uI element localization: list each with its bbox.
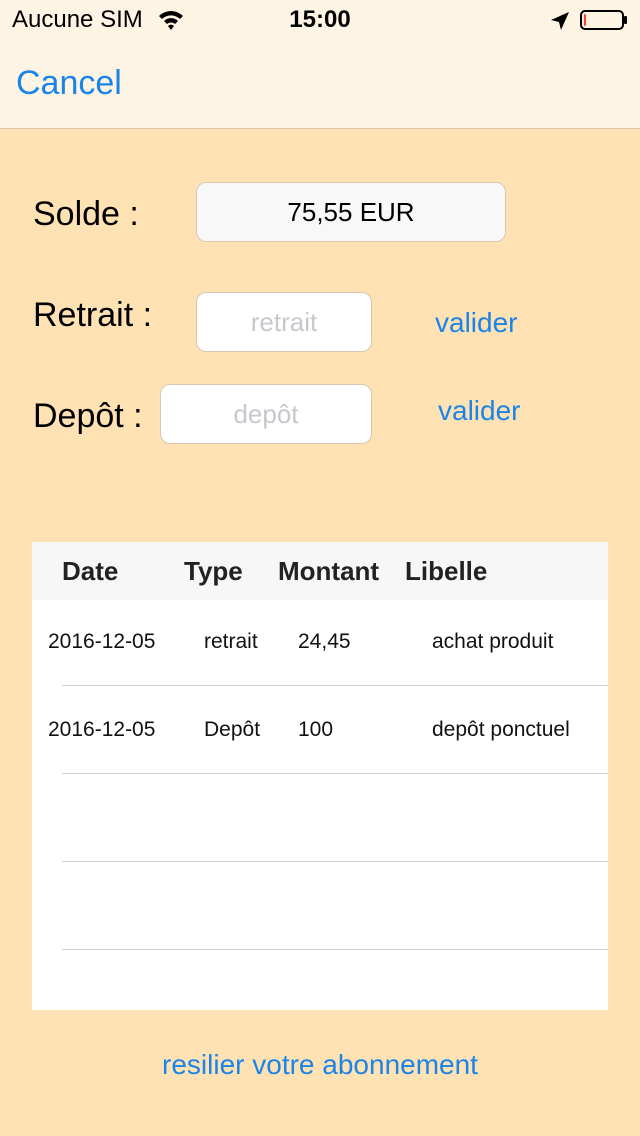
cell-type: Depôt [204, 718, 261, 741]
cell-date: 2016-12-05 [48, 630, 156, 653]
battery-level [584, 14, 586, 26]
cell-libelle: achat produit [432, 630, 554, 653]
navigation-bar: Cancel [0, 40, 640, 129]
cell-date: 2016-12-05 [48, 718, 156, 741]
table-row[interactable]: 2016-12-05 Depôt 100 depôt ponctuel [32, 686, 608, 774]
clock: 15:00 [289, 6, 351, 33]
retrait-input[interactable] [196, 292, 372, 352]
solde-label: Solde : [33, 195, 139, 233]
solde-value-field: 75,55 EUR [196, 182, 506, 242]
depot-valider-button[interactable]: valider [438, 395, 520, 427]
cell-montant: 24,45 [298, 630, 351, 653]
resilier-abonnement-button[interactable]: resilier votre abonnement [0, 1049, 640, 1081]
row-separator [62, 949, 608, 950]
cell-montant: 100 [298, 718, 334, 741]
depot-input[interactable] [160, 384, 372, 444]
table-row-empty [32, 774, 608, 862]
table-row[interactable]: 2016-12-05 retrait 24,45 achat produit [32, 598, 608, 686]
header-date: Date [62, 556, 119, 586]
cancel-button[interactable]: Cancel [16, 64, 122, 103]
header-libelle: Libelle [405, 556, 488, 586]
header-type: Type [184, 556, 243, 586]
table-row-empty [32, 862, 608, 950]
depot-label: Depôt : [33, 397, 143, 435]
retrait-label: Retrait : [33, 296, 153, 334]
status-bar: Aucune SIM 15:00 [0, 0, 640, 40]
battery-icon [580, 10, 627, 30]
cell-type: retrait [204, 630, 258, 653]
location-arrow-icon [551, 12, 569, 30]
retrait-valider-button[interactable]: valider [435, 307, 517, 339]
cell-libelle: depôt ponctuel [432, 718, 570, 741]
table-header: Date Type Montant Libelle [32, 542, 608, 600]
transactions-table: Date Type Montant Libelle 2016-12-05 ret… [32, 542, 608, 1010]
header-montant: Montant [278, 556, 380, 586]
